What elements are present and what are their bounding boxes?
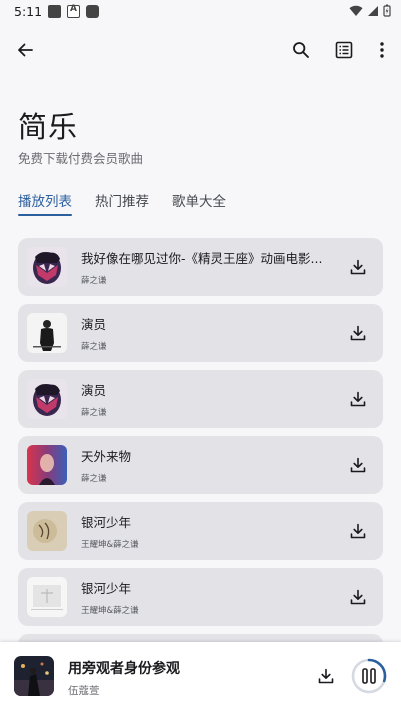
search-icon [293, 42, 309, 58]
download-icon [350, 259, 366, 275]
pause-icon [362, 668, 376, 684]
download-button[interactable] [346, 321, 370, 345]
song-artist: 王耀坤&薛之谦 [81, 606, 139, 616]
tab-song-lists[interactable]: 歌单大全 [172, 186, 226, 216]
now-playing-bar[interactable]: 用旁观者身份参观 伍蔻萱 [0, 642, 401, 712]
song-title: 天外来物 [81, 449, 132, 464]
song-artist: 薛之谦 [81, 408, 107, 418]
album-cover [27, 445, 67, 485]
album-cover [27, 511, 67, 551]
song-title: 银河少年 [81, 515, 132, 530]
download-button[interactable] [346, 255, 370, 279]
song-artist: 薛之谦 [81, 276, 107, 286]
arrow-back-icon [18, 43, 33, 57]
list-item[interactable]: 天外来物 薛之谦 [18, 436, 383, 494]
song-title: 演员 [81, 317, 107, 332]
song-artist: 王耀坤&薛之谦 [81, 540, 139, 550]
album-cover [27, 577, 67, 617]
status-icons [349, 4, 391, 17]
list-item[interactable]: 银河少年 王耀坤&薛之谦 [18, 502, 383, 560]
song-title: 银河少年 [81, 581, 132, 596]
battery-icon [383, 4, 391, 17]
app-notification-icon [67, 4, 80, 18]
song-list: 我好像在哪见过你-《精灵王座》动画电影... 薛之谦 演员 薛之谦 演员 薛之谦… [18, 238, 383, 642]
now-playing-cover [14, 656, 54, 696]
tab-bar: 播放列表 热门推荐 歌单大全 [18, 186, 226, 220]
download-icon [350, 325, 366, 341]
download-button[interactable] [346, 519, 370, 543]
now-playing-artist: 伍蔻萱 [68, 685, 100, 697]
more-options-button[interactable] [366, 34, 398, 66]
song-title: 我好像在哪见过你-《精灵王座》动画电影... [81, 251, 323, 266]
download-button[interactable] [346, 453, 370, 477]
now-playing-title: 用旁观者身份参观 [68, 661, 180, 677]
status-time: 5:11 [14, 4, 43, 19]
album-cover [27, 379, 67, 419]
download-icon [318, 668, 334, 684]
download-button[interactable] [346, 585, 370, 609]
song-artist: 薛之谦 [81, 342, 107, 352]
status-bar: 5:11 [0, 0, 401, 24]
download-icon [350, 457, 366, 473]
now-playing-download-button[interactable] [314, 664, 338, 688]
wifi-icon [349, 5, 363, 16]
album-cover [27, 247, 67, 287]
album-cover [27, 313, 67, 353]
list-item[interactable]: 演员 薛之谦 [18, 370, 383, 428]
play-pause-button[interactable] [350, 657, 388, 695]
download-icon [350, 589, 366, 605]
song-artist: 薛之谦 [81, 474, 107, 484]
signal-icon [368, 5, 378, 16]
download-icon [350, 523, 366, 539]
list-item[interactable]: 演员 薛之谦 [18, 304, 383, 362]
page-title: 简乐 [18, 110, 79, 144]
page-subtitle: 免费下载付费会员歌曲 [18, 151, 144, 166]
playlist-button[interactable] [328, 34, 360, 66]
notification-icon [48, 5, 61, 18]
tab-playlist[interactable]: 播放列表 [18, 186, 72, 216]
notification-icon-2 [86, 5, 99, 18]
list-item-partial[interactable] [18, 634, 383, 642]
top-app-bar [0, 28, 401, 72]
list-item[interactable]: 银河少年 王耀坤&薛之谦 [18, 568, 383, 626]
list-icon [335, 41, 353, 59]
download-icon [350, 391, 366, 407]
download-button[interactable] [346, 387, 370, 411]
search-button[interactable] [285, 34, 317, 66]
back-button[interactable] [9, 34, 41, 66]
tab-hot-recommend[interactable]: 热门推荐 [95, 186, 149, 216]
list-item[interactable]: 我好像在哪见过你-《精灵王座》动画电影... 薛之谦 [18, 238, 383, 296]
song-title: 演员 [81, 383, 107, 398]
more-vert-icon [380, 42, 384, 58]
